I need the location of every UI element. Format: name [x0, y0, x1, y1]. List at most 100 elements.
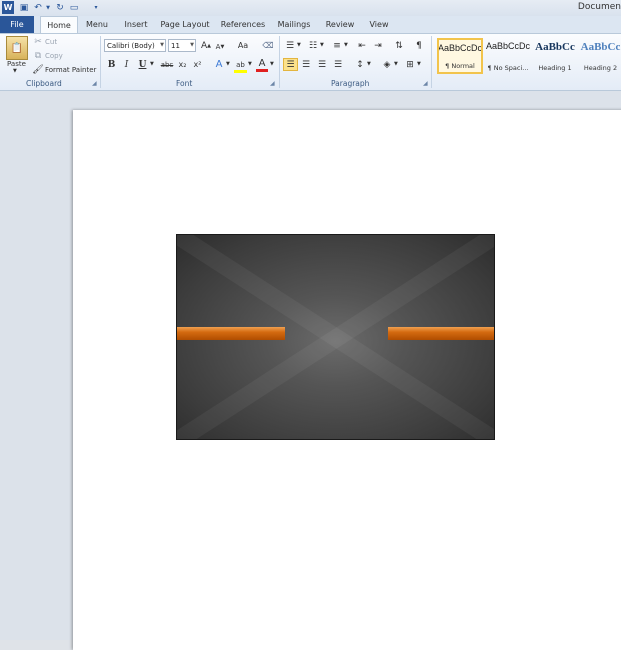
- tab-insert[interactable]: Insert: [118, 16, 154, 33]
- copy-button: Copy: [45, 52, 63, 60]
- font-name-combo[interactable]: Calibri (Body) ▼: [104, 39, 166, 52]
- grow-font-button[interactable]: A ▲: [200, 40, 212, 51]
- style-heading-2[interactable]: AaBbCc Heading 2: [580, 38, 621, 74]
- document-title: Documen: [577, 2, 621, 12]
- multilevel-list-icon[interactable]: ≡: [331, 40, 343, 51]
- align-left-icon[interactable]: ☰: [283, 58, 298, 71]
- line-spacing-dropdown-icon[interactable]: ▼: [367, 61, 371, 67]
- font-color-icon: A: [258, 58, 266, 69]
- strikethrough-button[interactable]: abc: [160, 59, 174, 70]
- align-right-icon[interactable]: ☰: [316, 59, 328, 70]
- font-color-dropdown-icon[interactable]: ▼: [270, 61, 274, 67]
- group-divider: [279, 36, 280, 88]
- underline-dropdown-icon[interactable]: ▼: [150, 61, 154, 67]
- format-painter-icon[interactable]: 🖌: [32, 65, 43, 75]
- bullets-icon[interactable]: ☰: [284, 40, 296, 51]
- subscript-icon: x₂: [178, 60, 187, 69]
- tab-review[interactable]: Review: [322, 16, 358, 33]
- left-orange-bar: [177, 327, 285, 340]
- sort-icon[interactable]: ⇅: [393, 40, 405, 51]
- new-document-icon[interactable]: ▭: [68, 1, 80, 14]
- cut-button: Cut: [45, 38, 58, 46]
- underline-icon: U: [138, 59, 147, 70]
- change-case-button[interactable]: Aa: [235, 40, 251, 51]
- text-effects-dropdown-icon[interactable]: ▼: [226, 61, 230, 67]
- font-size-value: 11: [171, 41, 180, 50]
- style-sample: AaBbCc: [535, 41, 575, 53]
- bold-button[interactable]: B: [106, 59, 117, 70]
- italic-button[interactable]: I: [121, 59, 132, 70]
- font-size-combo[interactable]: 11 ▼: [168, 39, 196, 52]
- tab-mailings[interactable]: Mailings: [274, 16, 314, 33]
- clipboard-launcher-icon[interactable]: ◢: [92, 80, 97, 87]
- show-formatting-button[interactable]: ¶: [413, 40, 425, 51]
- cut-icon: ✂: [34, 36, 42, 47]
- decrease-indent-icon[interactable]: ⇤: [356, 40, 368, 51]
- borders-icon[interactable]: ⊞: [404, 59, 416, 70]
- ribbon: 📋 Paste ▼ ✂ Cut ⧉ Copy 🖌 Format Painter …: [0, 34, 621, 91]
- text-effects-icon[interactable]: A: [213, 59, 225, 70]
- customize-qat-icon[interactable]: ▾: [90, 1, 102, 14]
- shading-dropdown-icon[interactable]: ▼: [394, 61, 398, 67]
- style-no-spacing[interactable]: AaBbCcDc ¶ No Spaci...: [485, 38, 531, 74]
- highlight-icon: ab: [236, 60, 245, 69]
- ribbon-tabs: File Home Menu Insert Page Layout Refere…: [0, 16, 621, 34]
- strikethrough-icon: abc: [160, 60, 174, 69]
- group-divider: [431, 36, 432, 88]
- underline-button[interactable]: U: [137, 59, 148, 70]
- italic-icon: I: [124, 59, 129, 70]
- borders-dropdown-icon[interactable]: ▼: [417, 61, 421, 67]
- subscript-button[interactable]: x₂: [177, 59, 188, 70]
- highlight-button[interactable]: ab: [234, 59, 247, 73]
- save-icon[interactable]: ▣: [18, 1, 30, 14]
- style-heading-1[interactable]: AaBbCc Heading 1: [532, 38, 578, 74]
- multilevel-dropdown-icon[interactable]: ▼: [344, 42, 348, 48]
- tab-menu[interactable]: Menu: [80, 16, 114, 33]
- title-bar: W ▣ ↶ ▼ ↻ ▭ ▾ Documen: [0, 0, 621, 16]
- inserted-picture[interactable]: [176, 234, 495, 440]
- paste-button[interactable]: Paste: [7, 60, 26, 68]
- numbering-icon[interactable]: ☷: [307, 40, 319, 51]
- change-case-icon: Aa: [237, 41, 249, 50]
- tab-view[interactable]: View: [364, 16, 394, 33]
- clear-formatting-icon[interactable]: ⌫: [262, 40, 274, 51]
- font-color-button[interactable]: A: [256, 58, 268, 72]
- tab-references[interactable]: References: [218, 16, 268, 33]
- format-painter-button[interactable]: Format Painter: [45, 66, 96, 74]
- style-sample: AaBbCcDc: [485, 41, 530, 51]
- style-name: ¶ No Spaci...: [487, 64, 529, 72]
- redo-icon[interactable]: ↻: [54, 1, 66, 14]
- align-center-icon[interactable]: ☰: [300, 59, 312, 70]
- pilcrow-icon: ¶: [416, 40, 422, 51]
- font-group-label: Font: [176, 79, 193, 88]
- style-sample: AaBbCcDc: [438, 43, 483, 53]
- font-name-value: Calibri (Body): [107, 41, 155, 50]
- justify-icon[interactable]: ☰: [332, 59, 344, 70]
- paragraph-launcher-icon[interactable]: ◢: [423, 80, 428, 87]
- line-spacing-icon[interactable]: ↕: [354, 59, 366, 70]
- increase-indent-icon[interactable]: ⇥: [372, 40, 384, 51]
- style-normal[interactable]: AaBbCcDc ¶ Normal: [437, 38, 483, 74]
- tab-file[interactable]: File: [0, 16, 34, 33]
- group-divider: [100, 36, 101, 88]
- shading-icon[interactable]: ◈: [381, 59, 393, 70]
- highlight-dropdown-icon[interactable]: ▼: [248, 61, 252, 67]
- shrink-font-button[interactable]: A ▼: [214, 41, 226, 52]
- tab-page-layout[interactable]: Page Layout: [158, 16, 212, 33]
- superscript-button[interactable]: x²: [192, 59, 203, 70]
- bold-icon: B: [107, 59, 116, 70]
- style-name: Heading 2: [583, 64, 618, 72]
- numbering-dropdown-icon[interactable]: ▼: [320, 42, 324, 48]
- left-margin: [0, 91, 20, 640]
- bullets-dropdown-icon[interactable]: ▼: [297, 42, 301, 48]
- word-icon[interactable]: W: [2, 1, 14, 14]
- paste-dropdown-icon[interactable]: ▼: [13, 68, 17, 74]
- style-sample: AaBbCc: [580, 41, 621, 53]
- copy-icon: ⧉: [34, 50, 42, 61]
- paste-icon[interactable]: 📋: [6, 36, 28, 60]
- superscript-icon: x²: [193, 60, 202, 69]
- tab-home[interactable]: Home: [40, 16, 78, 33]
- clipboard-group-label: Clipboard: [26, 79, 62, 88]
- undo-dropdown-icon[interactable]: ▼: [42, 1, 54, 14]
- font-launcher-icon[interactable]: ◢: [270, 80, 275, 87]
